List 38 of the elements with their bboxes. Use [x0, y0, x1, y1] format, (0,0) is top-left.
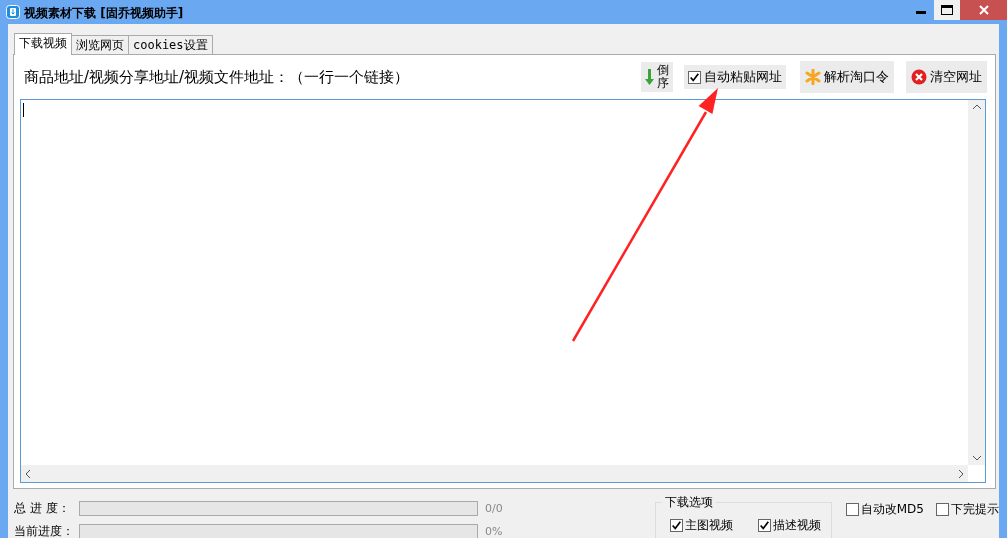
- app-icon: [6, 5, 20, 19]
- tab[interactable]: 下载视频: [14, 33, 72, 55]
- tab[interactable]: 浏览网页: [71, 35, 129, 54]
- group-title: 下载选项: [661, 494, 716, 511]
- maximize-button[interactable]: [934, 0, 960, 20]
- window-title: 视频素材下载 [固乔视频助手]: [24, 5, 184, 22]
- field-label: 商品地址/视频分享地址/视频文件地址：（一行一个链接）: [24, 67, 410, 87]
- url-input-field[interactable]: [20, 99, 986, 483]
- progress-reading: 0/0: [485, 502, 503, 515]
- reverse-button[interactable]: 倒序: [641, 61, 673, 93]
- checkbox[interactable]: [936, 503, 949, 516]
- progress-label: 当前进度：: [14, 523, 75, 538]
- checkbox[interactable]: [757, 519, 771, 532]
- scroll-right-icon[interactable]: [959, 469, 964, 478]
- maximize-icon: [941, 5, 953, 15]
- vertical-scrollbar[interactable]: [968, 100, 985, 465]
- close-button[interactable]: [960, 0, 1007, 20]
- checkbox-label: 描述视频: [772, 517, 821, 534]
- clear-button[interactable]: 清空网址: [906, 61, 987, 93]
- tab[interactable]: cookies设置: [128, 35, 213, 54]
- progress-reading: 0%: [485, 525, 503, 538]
- checkbox[interactable]: [688, 70, 701, 84]
- checkbox[interactable]: [669, 519, 683, 532]
- checkbox-label: 自动改MD5: [860, 501, 924, 518]
- close-icon: [911, 69, 927, 85]
- auto-paste-checkbox[interactable]: 自动粘贴网址: [684, 65, 786, 89]
- parse-button[interactable]: 解析淘口令: [800, 61, 894, 93]
- scroll-left-icon[interactable]: [25, 469, 30, 478]
- progress-label: 总 进 度：: [14, 500, 71, 517]
- scroll-up-icon[interactable]: [972, 104, 981, 109]
- checkbox-label: 主图视频: [684, 517, 733, 534]
- horizontal-scrollbar[interactable]: [21, 465, 968, 482]
- down-arrow-icon: [645, 69, 654, 85]
- scroll-down-icon[interactable]: [972, 456, 981, 461]
- close-icon: [978, 5, 989, 15]
- checkbox[interactable]: [845, 503, 859, 516]
- asterisk-icon: [805, 69, 821, 85]
- checkbox-label: 下完提示: [951, 501, 999, 518]
